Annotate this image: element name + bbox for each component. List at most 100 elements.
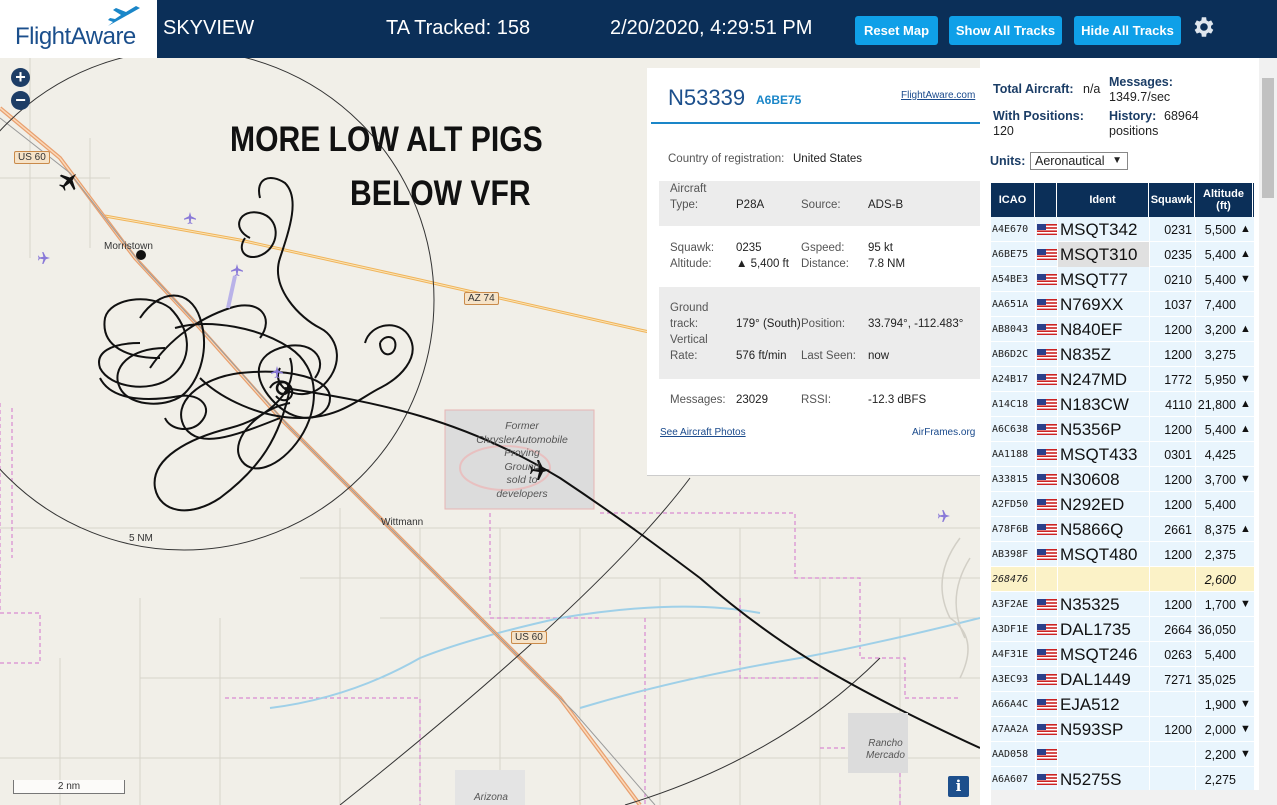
cell-ident: DAL1449 [1060,670,1131,689]
cell-trend: ▼ [1240,598,1251,610]
cell-squawk: 1200 [1164,598,1192,612]
table-row[interactable]: A2FD50 N292ED 1200 5,400 [991,492,1254,517]
us-flag-icon [1037,699,1057,710]
cell-separator [1195,617,1196,642]
popup-band-track [659,287,980,379]
cell-separator [1149,767,1150,792]
vrate-value: 576 ft/min [736,350,787,362]
zoom-out-button[interactable]: − [11,91,30,110]
col-altitude-label: Altitude [1203,188,1244,200]
popup-flightaware-link[interactable]: FlightAware.com [901,90,975,101]
hide-all-tracks-button[interactable]: Hide All Tracks [1074,16,1181,45]
country-value: United States [793,153,863,165]
cell-ident: DAL1735 [1060,620,1131,639]
vertical-scrollbar[interactable] [1259,58,1277,805]
az74-shield: AZ 74 [464,292,499,305]
col-flag[interactable] [1035,183,1057,217]
cell-trend: ▼ [1240,698,1251,710]
table-row[interactable]: AAD058 2,200 ▼ [991,742,1254,767]
messages-stat-label: Messages: [1109,75,1173,89]
table-row[interactable]: A78F6B N5866Q 2661 8,375 ▲ [991,517,1254,542]
positions-label: With Positions: [993,109,1084,123]
cell-separator [1035,392,1036,417]
cell-separator [1035,492,1036,517]
airframes-link[interactable]: AirFrames.org [912,427,975,438]
table-row[interactable]: A24B17 N247MD 1772 5,950 ▼ [991,367,1254,392]
table-row[interactable]: AA1188 MSQT433 0301 4,425 [991,442,1254,467]
cell-trend: ▲ [1240,423,1251,435]
info-button[interactable]: i [948,776,969,797]
cell-separator [1195,442,1196,467]
cell-separator [1195,342,1196,367]
cell-separator [1149,292,1150,317]
table-row[interactable]: AB398F MSQT480 1200 2,375 [991,542,1254,567]
cell-separator [1195,492,1196,517]
table-row[interactable]: A6BE75 MSQT310 0235 5,400 ▲ [991,242,1254,267]
cell-separator [1195,542,1196,567]
cell-separator [1149,642,1150,667]
gear-icon[interactable] [1190,14,1216,40]
table-row[interactable]: A4F31E MSQT246 0263 5,400 [991,642,1254,667]
aircraft-photos-link[interactable]: See Aircraft Photos [660,427,746,438]
table-row[interactable]: AA651A N769XX 1037 7,400 [991,292,1254,317]
cell-trend: ▼ [1240,748,1251,760]
table-row[interactable]: A3F2AE N35325 1200 1,700 ▼ [991,592,1254,617]
cell-separator [1149,267,1150,292]
canal [269,605,761,709]
table-row[interactable]: AB6D2C N835Z 1200 3,275 [991,342,1254,367]
popup-divider [651,122,980,124]
cell-altitude: 5,400 [1204,498,1236,512]
col-altitude[interactable]: Altitude (ft) [1195,183,1253,217]
show-all-tracks-button[interactable]: Show All Tracks [949,16,1062,45]
gspeed-label: Gspeed: [801,242,845,254]
col-ident[interactable]: Ident [1057,183,1149,217]
cell-separator [1035,442,1036,467]
cell-separator [1035,542,1036,567]
table-row[interactable]: A3DF1E DAL1735 2664 36,050 [991,617,1254,642]
cell-icao: AB6D2C [992,349,1029,360]
cell-separator [1057,517,1058,542]
col-squawk[interactable]: Squawk [1149,183,1195,217]
flightaware-logo[interactable]: FlightAware [0,0,157,58]
table-row[interactable]: A6A607 N5275S 2,275 [991,767,1254,792]
altitude-label: Altitude: [670,258,712,270]
table-row[interactable]: AB8043 N840EF 1200 3,200 ▲ [991,317,1254,342]
us-flag-icon [1037,374,1057,385]
reset-map-button[interactable]: Reset Map [855,16,938,45]
table-row[interactable]: A4E670 MSQT342 0231 5,500 ▲ [991,217,1254,242]
cell-separator [1195,717,1196,742]
aircraft-type-value: P28A [736,199,765,211]
label-pg-6: developers [496,487,548,500]
table-row[interactable]: A6C638 N5356P 1200 5,400 ▲ [991,417,1254,442]
cell-icao: AB398F [992,549,1029,560]
table-row[interactable]: A7AA2A N593SP 1200 2,000 ▼ [991,717,1254,742]
table-row[interactable]: A33815 N30608 1200 3,700 ▼ [991,467,1254,492]
label-pg-3: Proving [504,447,540,459]
altitude-value: ▲ 5,400 ft [736,258,789,270]
table-row[interactable]: A66A4C EJA512 1,900 ▼ [991,692,1254,717]
units-select[interactable]: Aeronautical ▼ [1030,152,1128,170]
aircraft-table: ICAO Ident Squawk Altitude (ft) A4E670 MS… [991,183,1254,792]
cell-squawk: 1772 [1164,373,1192,387]
cell-separator [1035,642,1036,667]
table-row[interactable]: A3EC93 DAL1449 7271 35,025 [991,667,1254,692]
label-rancho-1: Rancho [868,738,903,749]
label-arizona: Arizona [474,792,508,803]
cell-ident: N5356P [1060,420,1122,439]
cell-altitude: 21,800 [1197,398,1236,412]
table-row[interactable]: A14C18 N183CW 4110 21,800 ▲ [991,392,1254,417]
cell-altitude: 5,500 [1204,223,1236,237]
cell-trend: ▲ [1240,248,1251,260]
scrollbar-thumb[interactable] [1262,78,1274,198]
cell-squawk: 1200 [1164,348,1192,362]
cell-separator [1057,767,1058,792]
zoom-in-button[interactable]: + [11,68,30,87]
aircraft-trail [226,275,237,309]
cell-separator [1195,417,1196,442]
table-row[interactable]: 268476 2,600 [991,567,1254,592]
table-row[interactable]: A54BE3 MSQT77 0210 5,400 ▼ [991,267,1254,292]
cell-altitude: 2,375 [1204,548,1236,562]
cell-altitude: 1,900 [1204,698,1236,712]
horizontal-scrollbar[interactable] [991,790,1259,805]
col-icao[interactable]: ICAO [991,183,1035,217]
